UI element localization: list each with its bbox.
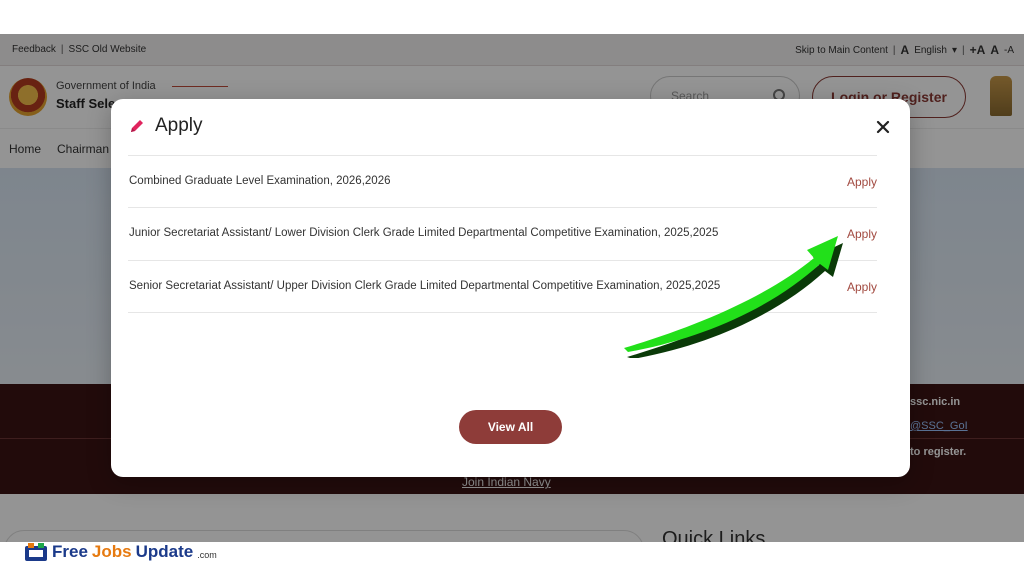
watermark-jobs: Jobs — [91, 542, 132, 561]
freejobsupdate-watermark: Free Jobs Update .com — [24, 540, 217, 564]
apply-link[interactable]: Apply — [847, 227, 877, 241]
exam-name: Combined Graduate Level Examination, 202… — [129, 175, 391, 187]
watermark-logo-icon — [25, 543, 47, 561]
pencil-icon — [129, 118, 145, 134]
watermark-free: Free — [52, 542, 88, 561]
apply-link[interactable]: Apply — [847, 280, 877, 294]
close-icon[interactable] — [875, 119, 891, 135]
apply-link[interactable]: Apply — [847, 175, 877, 189]
watermark-com: .com — [197, 550, 217, 560]
annotation-arrow-icon — [624, 236, 843, 358]
modal-title: Apply — [155, 115, 203, 136]
screenshot-stage: Feedback | SSC Old Website Skip to Main … — [0, 0, 1024, 576]
exam-row: Combined Graduate Level Examination, 202… — [128, 155, 877, 208]
watermark-update: Update — [135, 542, 194, 561]
view-all-button[interactable]: View All — [459, 410, 562, 444]
modal-header: Apply — [129, 115, 203, 137]
